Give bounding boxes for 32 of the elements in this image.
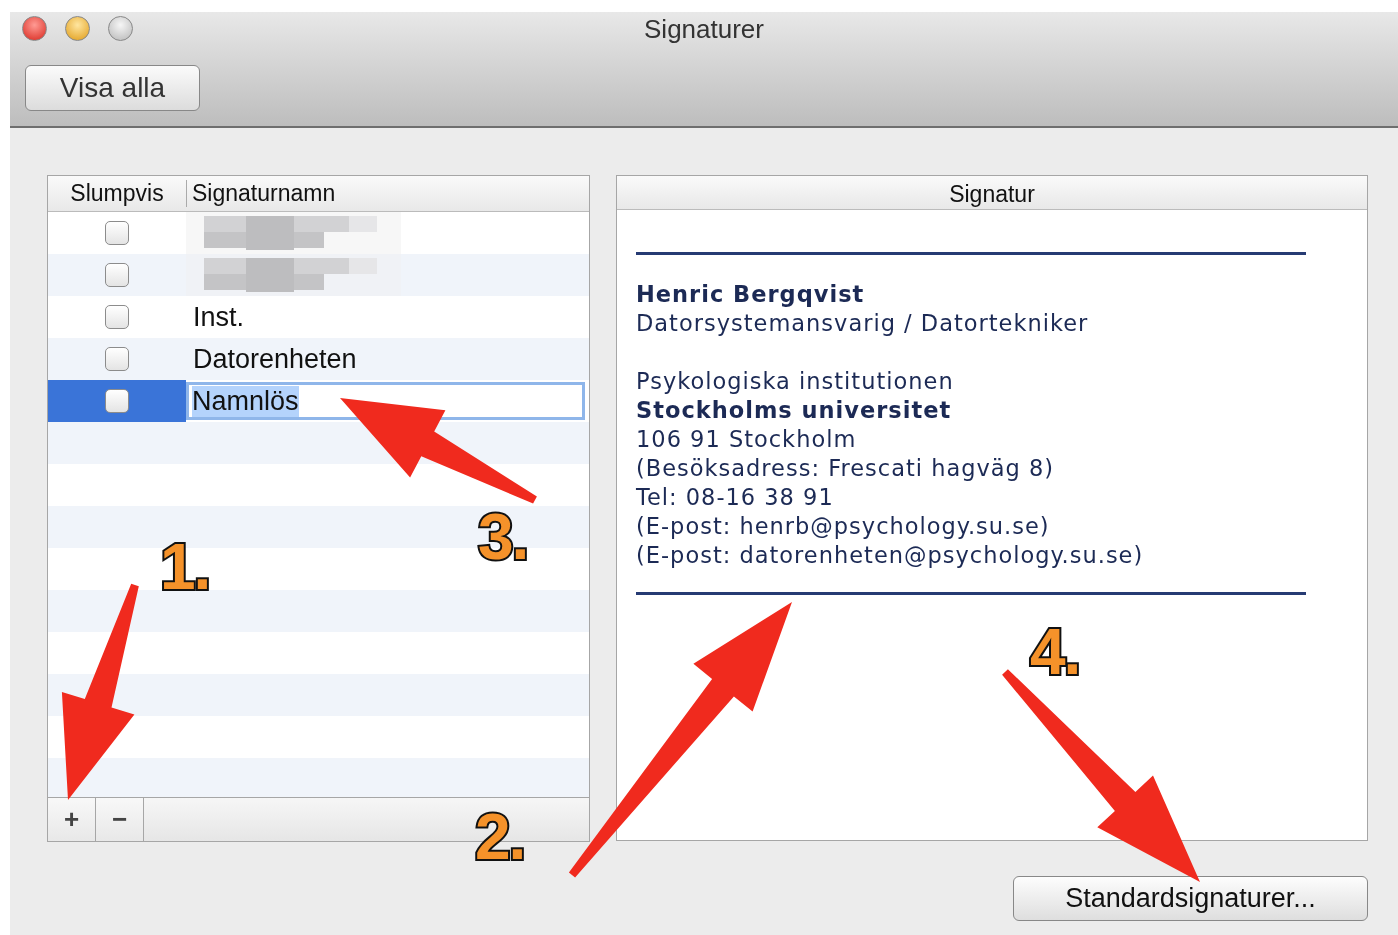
step-number: 2.: [475, 805, 525, 869]
step-number: 4.: [1030, 620, 1080, 684]
default-signatures-button[interactable]: Standardsignaturer...: [1013, 876, 1368, 921]
signature-name: Inst.: [192, 301, 245, 333]
checkbox[interactable]: [105, 389, 129, 413]
checkbox[interactable]: [105, 263, 129, 287]
signature-line: 106 91 Stockholm: [636, 425, 858, 454]
signature-name: Datorenheten: [192, 343, 357, 375]
close-button[interactable]: [22, 16, 47, 41]
name-field[interactable]: Namnlös: [186, 382, 585, 420]
signature-line: (Besöksadress: Frescati hagväg 8): [636, 454, 1056, 483]
signature-line: Psykologiska institutionen: [636, 367, 955, 396]
minimize-button[interactable]: [65, 16, 90, 41]
zoom-button[interactable]: [108, 16, 133, 41]
column-header: Signatur: [617, 176, 1367, 210]
signature-line: (E-post: henrb@psychology.su.se): [636, 512, 1051, 541]
window-title: Signaturer: [644, 14, 764, 45]
column-header[interactable]: Signaturnamn: [186, 180, 589, 207]
signature-line: Tel: 08-16 38 91: [636, 483, 835, 512]
signature-line: (E-post: datorenheten@psychology.su.se): [636, 541, 1145, 570]
table-row[interactable]: Datorenheten: [48, 338, 589, 380]
checkbox[interactable]: [105, 347, 129, 371]
checkbox[interactable]: [105, 221, 129, 245]
signature-line: Henric Bergqvist: [636, 280, 866, 309]
signature-line: Datorsystemansvarig / Datortekniker: [636, 309, 1090, 338]
step-number: 3.: [478, 505, 528, 569]
checkbox[interactable]: [105, 305, 129, 329]
show-all-button[interactable]: Visa alla: [25, 65, 200, 111]
table-row[interactable]: [48, 254, 589, 296]
step-number: 1.: [160, 535, 210, 599]
signature-line: Stockholms universitet: [636, 396, 953, 425]
column-header[interactable]: Slumpvis: [48, 180, 186, 207]
